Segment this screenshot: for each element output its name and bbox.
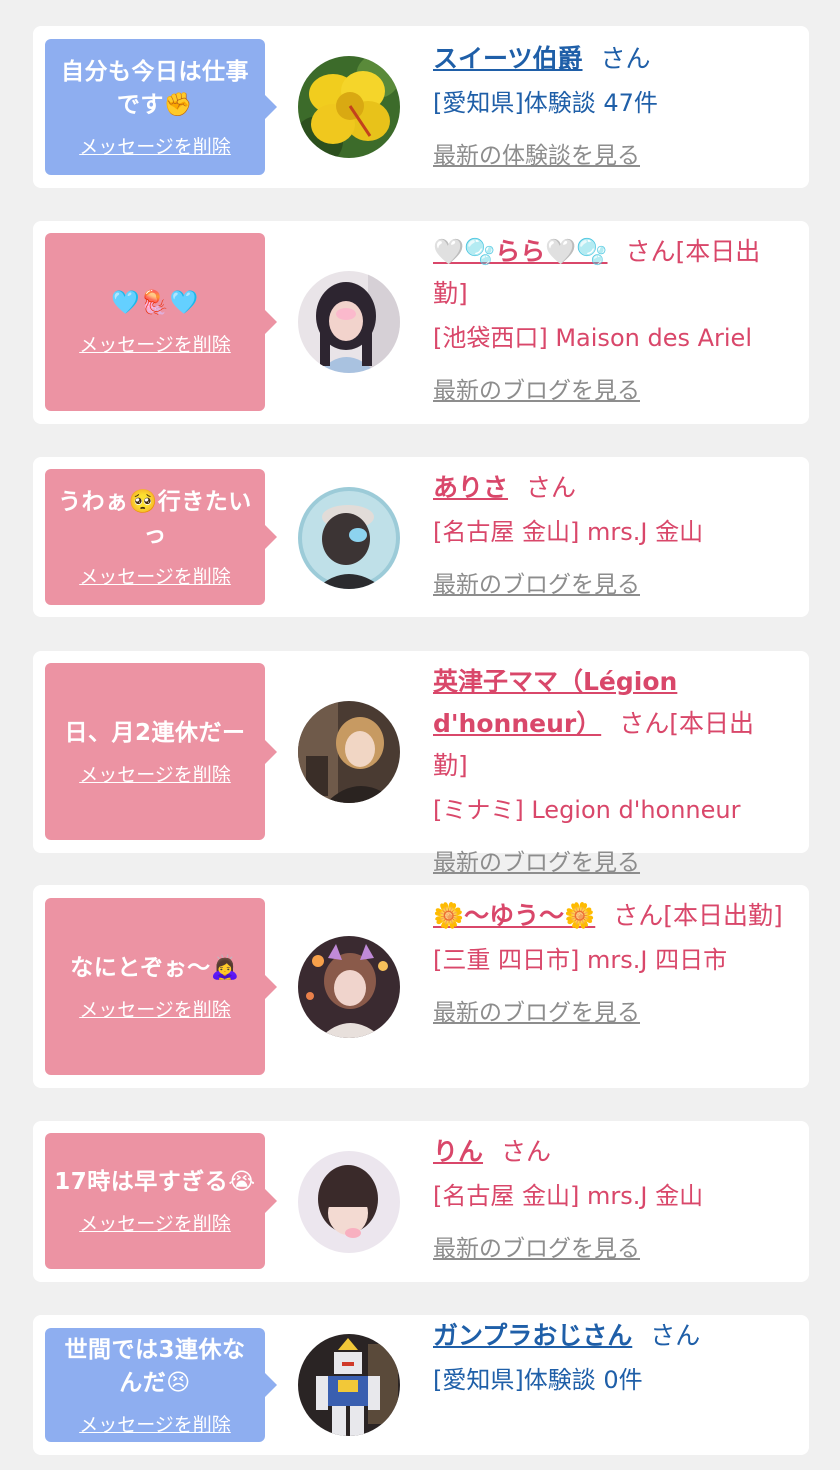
message-bubble: なにとぞぉ〜🙇‍♀️ メッセージを削除	[45, 898, 277, 1075]
shop-info: [愛知県]体験談 47件	[433, 89, 658, 117]
latest-link[interactable]: 最新の体験談を見る	[433, 136, 788, 176]
delete-message-link[interactable]: メッセージを削除	[79, 995, 231, 1022]
woman-portrait-avatar-image	[298, 701, 400, 803]
message-text: なにとぞぉ〜🙇‍♀️	[70, 954, 240, 981]
shop-info: [池袋西口] Maison des Ariel	[433, 324, 752, 352]
avatar[interactable]	[298, 487, 400, 589]
profile-info: ありさ さん [名古屋 金山] mrs.J 金山 最新のブログを見る	[433, 467, 788, 605]
latest-link[interactable]: 最新のブログを見る	[433, 843, 788, 883]
delete-message-link[interactable]: メッセージを削除	[79, 330, 231, 357]
avatar[interactable]	[298, 271, 400, 373]
message-bubble: 世間では3連休なんだ😣 メッセージを削除	[45, 1328, 277, 1442]
girl-selfie-avatar-image	[298, 271, 400, 373]
message-bubble: 17時は早すぎる😭 メッセージを削除	[45, 1133, 277, 1269]
shop-info: [愛知県]体験談 0件	[433, 1366, 643, 1394]
avatar[interactable]	[298, 936, 400, 1038]
latest-link[interactable]: 最新のブログを見る	[433, 1229, 788, 1269]
message-text: 🩵🪼🩵	[111, 290, 199, 316]
profile-info: ガンプラおじさん さん [愛知県]体験談 0件	[433, 1315, 788, 1401]
message-bubble: うわぁ🥺行きたいっ メッセージを削除	[45, 469, 277, 605]
message-text: 17時は早すぎる😭	[54, 1169, 256, 1195]
shop-info: [名古屋 金山] mrs.J 金山	[433, 1182, 704, 1210]
message-card: 17時は早すぎる😭 メッセージを削除 りん さん [名古屋 金山] mrs.J 金…	[33, 1121, 809, 1282]
profile-name-link[interactable]: スイーツ伯爵	[433, 44, 583, 73]
message-text: 日、月2連休だー	[64, 719, 246, 746]
latest-link[interactable]: 最新のブログを見る	[433, 565, 788, 605]
hibiscus-flower-avatar-image	[298, 56, 400, 158]
delete-message-link[interactable]: メッセージを削除	[79, 132, 231, 159]
profile-info: りん さん [名古屋 金山] mrs.J 金山 最新のブログを見る	[433, 1131, 788, 1269]
message-card: 日、月2連休だー メッセージを削除 英津子ママ（Légion d'honneur…	[33, 651, 809, 876]
profile-name-link[interactable]: 🌼〜ゆう〜🌼	[433, 901, 595, 930]
message-bubble: 🩵🪼🩵 メッセージを削除	[45, 233, 277, 411]
message-text: 世間では3連休なんだ😣	[64, 1336, 246, 1396]
girl-bangs-avatar-image	[298, 1151, 400, 1253]
message-card: うわぁ🥺行きたいっ メッセージを削除 ありさ さん [名古屋 金山] mrs.J …	[33, 457, 809, 617]
profile-info: 英津子ママ（Légion d'honneur） さん[本日出勤] [ミナミ] Le…	[433, 661, 788, 883]
shop-info: [名古屋 金山] mrs.J 金山	[433, 518, 704, 546]
message-card: 世間では3連休なんだ😣 メッセージを削除 ガンプラおじさん さん [愛知県]体験…	[33, 1315, 809, 1455]
latest-link[interactable]: 最新のブログを見る	[433, 371, 788, 411]
avatar[interactable]	[298, 56, 400, 158]
message-text: 自分も今日は仕事です✊	[61, 58, 249, 118]
profile-name-link[interactable]: りん	[433, 1137, 483, 1166]
avatar[interactable]	[298, 1151, 400, 1253]
name-suffix: さん	[526, 473, 577, 502]
shop-info: [三重 四日市] mrs.J 四日市	[433, 946, 728, 974]
message-card: 自分も今日は仕事です✊ メッセージを削除 スイーツ伯爵 さん [愛知県]体験談 4…	[33, 26, 809, 188]
delete-message-link[interactable]: メッセージを削除	[79, 562, 231, 589]
profile-info: スイーツ伯爵 さん [愛知県]体験談 47件 最新の体験談を見る	[433, 38, 788, 176]
delete-message-link[interactable]: メッセージを削除	[79, 1209, 231, 1236]
profile-name-link[interactable]: 🤍🫧らら🤍🫧	[433, 237, 608, 266]
girl-cat-ears-avatar-image	[298, 936, 400, 1038]
profile-name-link[interactable]: ガンプラおじさん	[433, 1321, 632, 1350]
message-text: うわぁ🥺行きたいっ	[58, 488, 252, 548]
name-suffix: さん	[650, 1321, 701, 1350]
avatar[interactable]	[298, 701, 400, 803]
profile-info: 🤍🫧らら🤍🫧 さん[本日出勤] [池袋西口] Maison des Ariel 最…	[433, 231, 788, 411]
name-suffix: さん	[600, 44, 651, 73]
gundam-model-avatar-image	[298, 1334, 400, 1436]
girl-cap-avatar-image	[298, 487, 400, 589]
shop-info: [ミナミ] Legion d'honneur	[433, 796, 741, 824]
message-list: 自分も今日は仕事です✊ メッセージを削除 スイーツ伯爵 さん [愛知県]体験談 4…	[0, 0, 840, 1470]
message-bubble: 日、月2連休だー メッセージを削除	[45, 663, 277, 840]
avatar[interactable]	[298, 1334, 400, 1436]
delete-message-link[interactable]: メッセージを削除	[79, 1410, 231, 1437]
latest-link[interactable]: 最新のブログを見る	[433, 993, 788, 1033]
name-suffix: さん[本日出勤]	[613, 901, 783, 930]
profile-name-link[interactable]: ありさ	[433, 473, 508, 502]
message-card: なにとぞぉ〜🙇‍♀️ メッセージを削除 🌼〜ゆう〜🌼 さん[本日出勤] [三重 四…	[33, 885, 809, 1088]
delete-message-link[interactable]: メッセージを削除	[79, 760, 231, 787]
name-suffix: さん	[501, 1137, 552, 1166]
message-card: 🩵🪼🩵 メッセージを削除 🤍🫧らら🤍🫧 さん[本日出勤] [池袋西口] Maiso…	[33, 221, 809, 424]
message-bubble: 自分も今日は仕事です✊ メッセージを削除	[45, 39, 277, 175]
profile-info: 🌼〜ゆう〜🌼 さん[本日出勤] [三重 四日市] mrs.J 四日市 最新のブログ…	[433, 895, 788, 1033]
